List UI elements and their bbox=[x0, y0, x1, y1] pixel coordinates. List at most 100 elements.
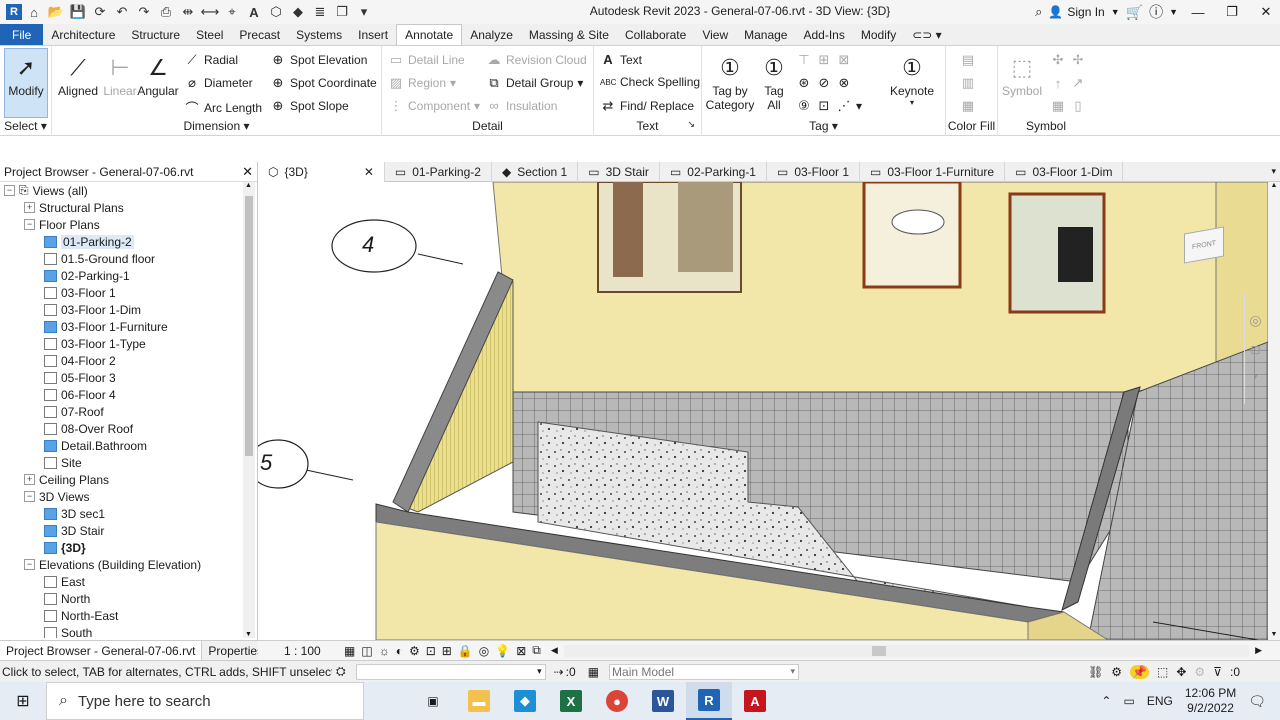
scroll-down-icon[interactable]: ▼ bbox=[245, 631, 252, 638]
select-underlay-icon[interactable]: ⚙ bbox=[1111, 665, 1122, 679]
browser-node[interactable]: North-East bbox=[44, 607, 118, 624]
browser-node[interactable]: 04-Floor 2 bbox=[44, 352, 116, 369]
render-icon[interactable]: ⚙ bbox=[409, 644, 420, 658]
restore-icon[interactable]: ❐ bbox=[1218, 0, 1246, 24]
scroll-left-icon[interactable]: ◀ bbox=[551, 645, 558, 656]
scroll-up-icon[interactable]: ▲ bbox=[245, 182, 252, 189]
file-explorer-icon[interactable]: ▬ bbox=[456, 682, 502, 720]
browser-node[interactable]: 3D sec1 bbox=[44, 505, 105, 522]
detail-group-button[interactable]: ⧉ Detail Group ▾ bbox=[486, 75, 583, 91]
view-reference-icon[interactable]: ⊗ bbox=[836, 75, 852, 91]
view-tabs-dropdown-icon[interactable]: ▾ bbox=[1271, 166, 1280, 177]
view-tab[interactable]: ◆ Section 1 bbox=[492, 161, 579, 182]
steering-wheel-icon[interactable]: ◎ bbox=[1245, 312, 1266, 329]
spot-elevation-button[interactable]: ⊕ Spot Elevation bbox=[270, 52, 368, 68]
print-icon[interactable]: ⎙ bbox=[156, 2, 176, 22]
sun-path-icon[interactable]: ☼ bbox=[379, 644, 390, 658]
home-icon[interactable]: ⌂ bbox=[24, 2, 44, 22]
close-view-tab-icon[interactable]: ✕ bbox=[364, 165, 374, 179]
language-indicator[interactable]: ENG bbox=[1147, 694, 1173, 708]
analytical-model-icon[interactable]: ⊠ bbox=[516, 644, 526, 658]
notifications-icon[interactable]: 🗨 bbox=[1248, 693, 1266, 710]
visual-style-icon[interactable]: ◫ bbox=[361, 644, 372, 658]
detail-line-button[interactable]: ▭ Detail Line bbox=[388, 52, 465, 68]
taskbar-clock[interactable]: 12:06 PM 9/2/2022 bbox=[1185, 686, 1236, 716]
select-dropdown[interactable]: Select ▾ bbox=[0, 119, 51, 133]
keynote-button[interactable]: ① Keynote ▾ bbox=[888, 52, 936, 107]
lock-3d-icon[interactable]: 🔒 bbox=[458, 644, 473, 658]
beam-tag-icon[interactable]: ⊤ bbox=[796, 52, 812, 68]
grid-bubble-4[interactable]: 4 bbox=[362, 232, 374, 258]
grid-bubble-5[interactable]: 5 bbox=[260, 450, 272, 476]
revit-logo-icon[interactable]: R bbox=[6, 4, 22, 20]
ribbon-tab-annotate[interactable]: Annotate bbox=[396, 24, 463, 45]
span-direction-button[interactable]: ✣ ✢ bbox=[1050, 52, 1086, 68]
cart-icon[interactable]: 🛒 bbox=[1126, 4, 1143, 21]
drag-elements-icon[interactable]: ✥ bbox=[1176, 665, 1186, 679]
temp-hide-icon[interactable]: ◎ bbox=[479, 644, 489, 658]
3d-view-icon[interactable]: ⬡ bbox=[266, 2, 286, 22]
dimension-panel-label[interactable]: Dimension ▾ bbox=[52, 119, 381, 133]
horizontal-scroll-thumb[interactable] bbox=[871, 645, 886, 656]
spot-coordinate-button[interactable]: ⊕ Spot Coordinate bbox=[270, 75, 377, 91]
browser-node[interactable]: 03-Floor 1-Dim bbox=[44, 301, 141, 318]
browser-node[interactable]: − Floor Plans bbox=[24, 216, 100, 233]
switch-windows-icon[interactable]: ❐ bbox=[332, 2, 352, 22]
section-icon[interactable]: ◆ bbox=[288, 2, 308, 22]
thin-lines-icon[interactable]: ≣ bbox=[310, 2, 330, 22]
component-button[interactable]: ⋮ Component ▾ bbox=[388, 98, 481, 114]
text-settings-launcher-icon[interactable]: ↘ bbox=[687, 119, 695, 130]
region-button[interactable]: ▨ Region ▾ bbox=[388, 75, 456, 91]
arc-length-button[interactable]: ⌒ Arc Length bbox=[184, 98, 262, 117]
worksets-icon[interactable]: ⛭ bbox=[336, 664, 346, 679]
reveal-hidden-icon[interactable]: 💡 bbox=[495, 644, 510, 658]
save-icon[interactable]: 💾 bbox=[68, 2, 88, 22]
browser-node[interactable]: Detail.Bathroom bbox=[44, 437, 147, 454]
view-tab[interactable]: ▭ 02-Parking-1 bbox=[660, 161, 767, 182]
redo-icon[interactable]: ↷ bbox=[134, 2, 154, 22]
ribbon-tab-massing-site[interactable]: Massing & Site bbox=[521, 24, 617, 45]
view-cube[interactable]: FRONT bbox=[1180, 220, 1230, 270]
text-button[interactable]: A Text bbox=[600, 52, 642, 67]
browser-node[interactable]: + Structural Plans bbox=[24, 199, 124, 216]
ribbon-tab-analyze[interactable]: Analyze bbox=[462, 24, 521, 45]
browser-node[interactable]: −3D Views bbox=[24, 488, 89, 505]
browser-node[interactable]: South bbox=[44, 624, 92, 638]
undo-icon[interactable]: ↶ bbox=[112, 2, 132, 22]
editing-requests-icon[interactable]: ⇢ bbox=[554, 665, 564, 679]
tag-by-category-button[interactable]: ① Tag by Category bbox=[706, 52, 755, 112]
browser-node[interactable]: 03-Floor 1-Furniture bbox=[44, 318, 168, 335]
ribbon-tab-precast[interactable]: Precast bbox=[231, 24, 288, 45]
view-tab[interactable]: ▭ 3D Stair bbox=[578, 161, 660, 182]
sign-in-dropdown-icon[interactable]: ▼ bbox=[1111, 7, 1120, 17]
project-browser-tab[interactable]: Project Browser - General-07-06.rvt bbox=[0, 641, 203, 660]
linear-dimension-button[interactable]: ⊢ Linear bbox=[100, 52, 140, 98]
chrome-icon[interactable]: ● bbox=[594, 682, 640, 720]
browser-node[interactable]: North bbox=[44, 590, 90, 607]
select-pinned-icon[interactable]: 📌 bbox=[1130, 664, 1150, 679]
tag-panel-label[interactable]: Tag ▾ bbox=[702, 119, 945, 133]
canvas-scroll-down-icon[interactable]: ▼ bbox=[1268, 631, 1280, 638]
ribbon-tab-steel[interactable]: Steel bbox=[188, 24, 231, 45]
collapse-icon[interactable]: − bbox=[4, 185, 15, 196]
view-cube-face[interactable]: FRONT bbox=[1184, 226, 1224, 264]
expand-icon[interactable]: + bbox=[24, 202, 35, 213]
open-icon[interactable]: 📂 bbox=[46, 2, 66, 22]
close-window-icon[interactable]: ✕ bbox=[1252, 0, 1280, 24]
browser-node[interactable]: 06-Floor 4 bbox=[44, 386, 116, 403]
find-replace-button[interactable]: ⇄ Find/ Replace bbox=[600, 98, 695, 114]
zoom-region-icon[interactable]: ⊡ bbox=[1245, 343, 1266, 357]
ribbon-tab-extra-icon[interactable]: ⊂⊃ ▾ bbox=[904, 24, 949, 45]
revit-taskbar-icon[interactable]: R bbox=[686, 682, 732, 720]
view-tab[interactable]: ▭ 01-Parking-2 bbox=[385, 161, 492, 182]
text-icon[interactable]: A bbox=[244, 2, 264, 22]
space-tag-icon[interactable]: ⊡ bbox=[816, 98, 832, 114]
3d-view-canvas[interactable]: 4 5 FRONT ◎ ⊡ ▾ bbox=[258, 182, 1268, 640]
highlight-displacement-icon[interactable]: ⧉ bbox=[532, 643, 541, 658]
collapse-icon[interactable]: − bbox=[24, 219, 35, 230]
spot-slope-button[interactable]: ⊕ Spot Slope bbox=[270, 98, 349, 114]
show-crop-icon[interactable]: ⊞ bbox=[442, 644, 452, 658]
canvas-vertical-scrollbar[interactable]: ▲ ▼ bbox=[1268, 182, 1280, 640]
view-scale[interactable]: 1 : 100 bbox=[284, 644, 340, 658]
room-tag-icon[interactable]: ⊞ bbox=[816, 52, 832, 68]
